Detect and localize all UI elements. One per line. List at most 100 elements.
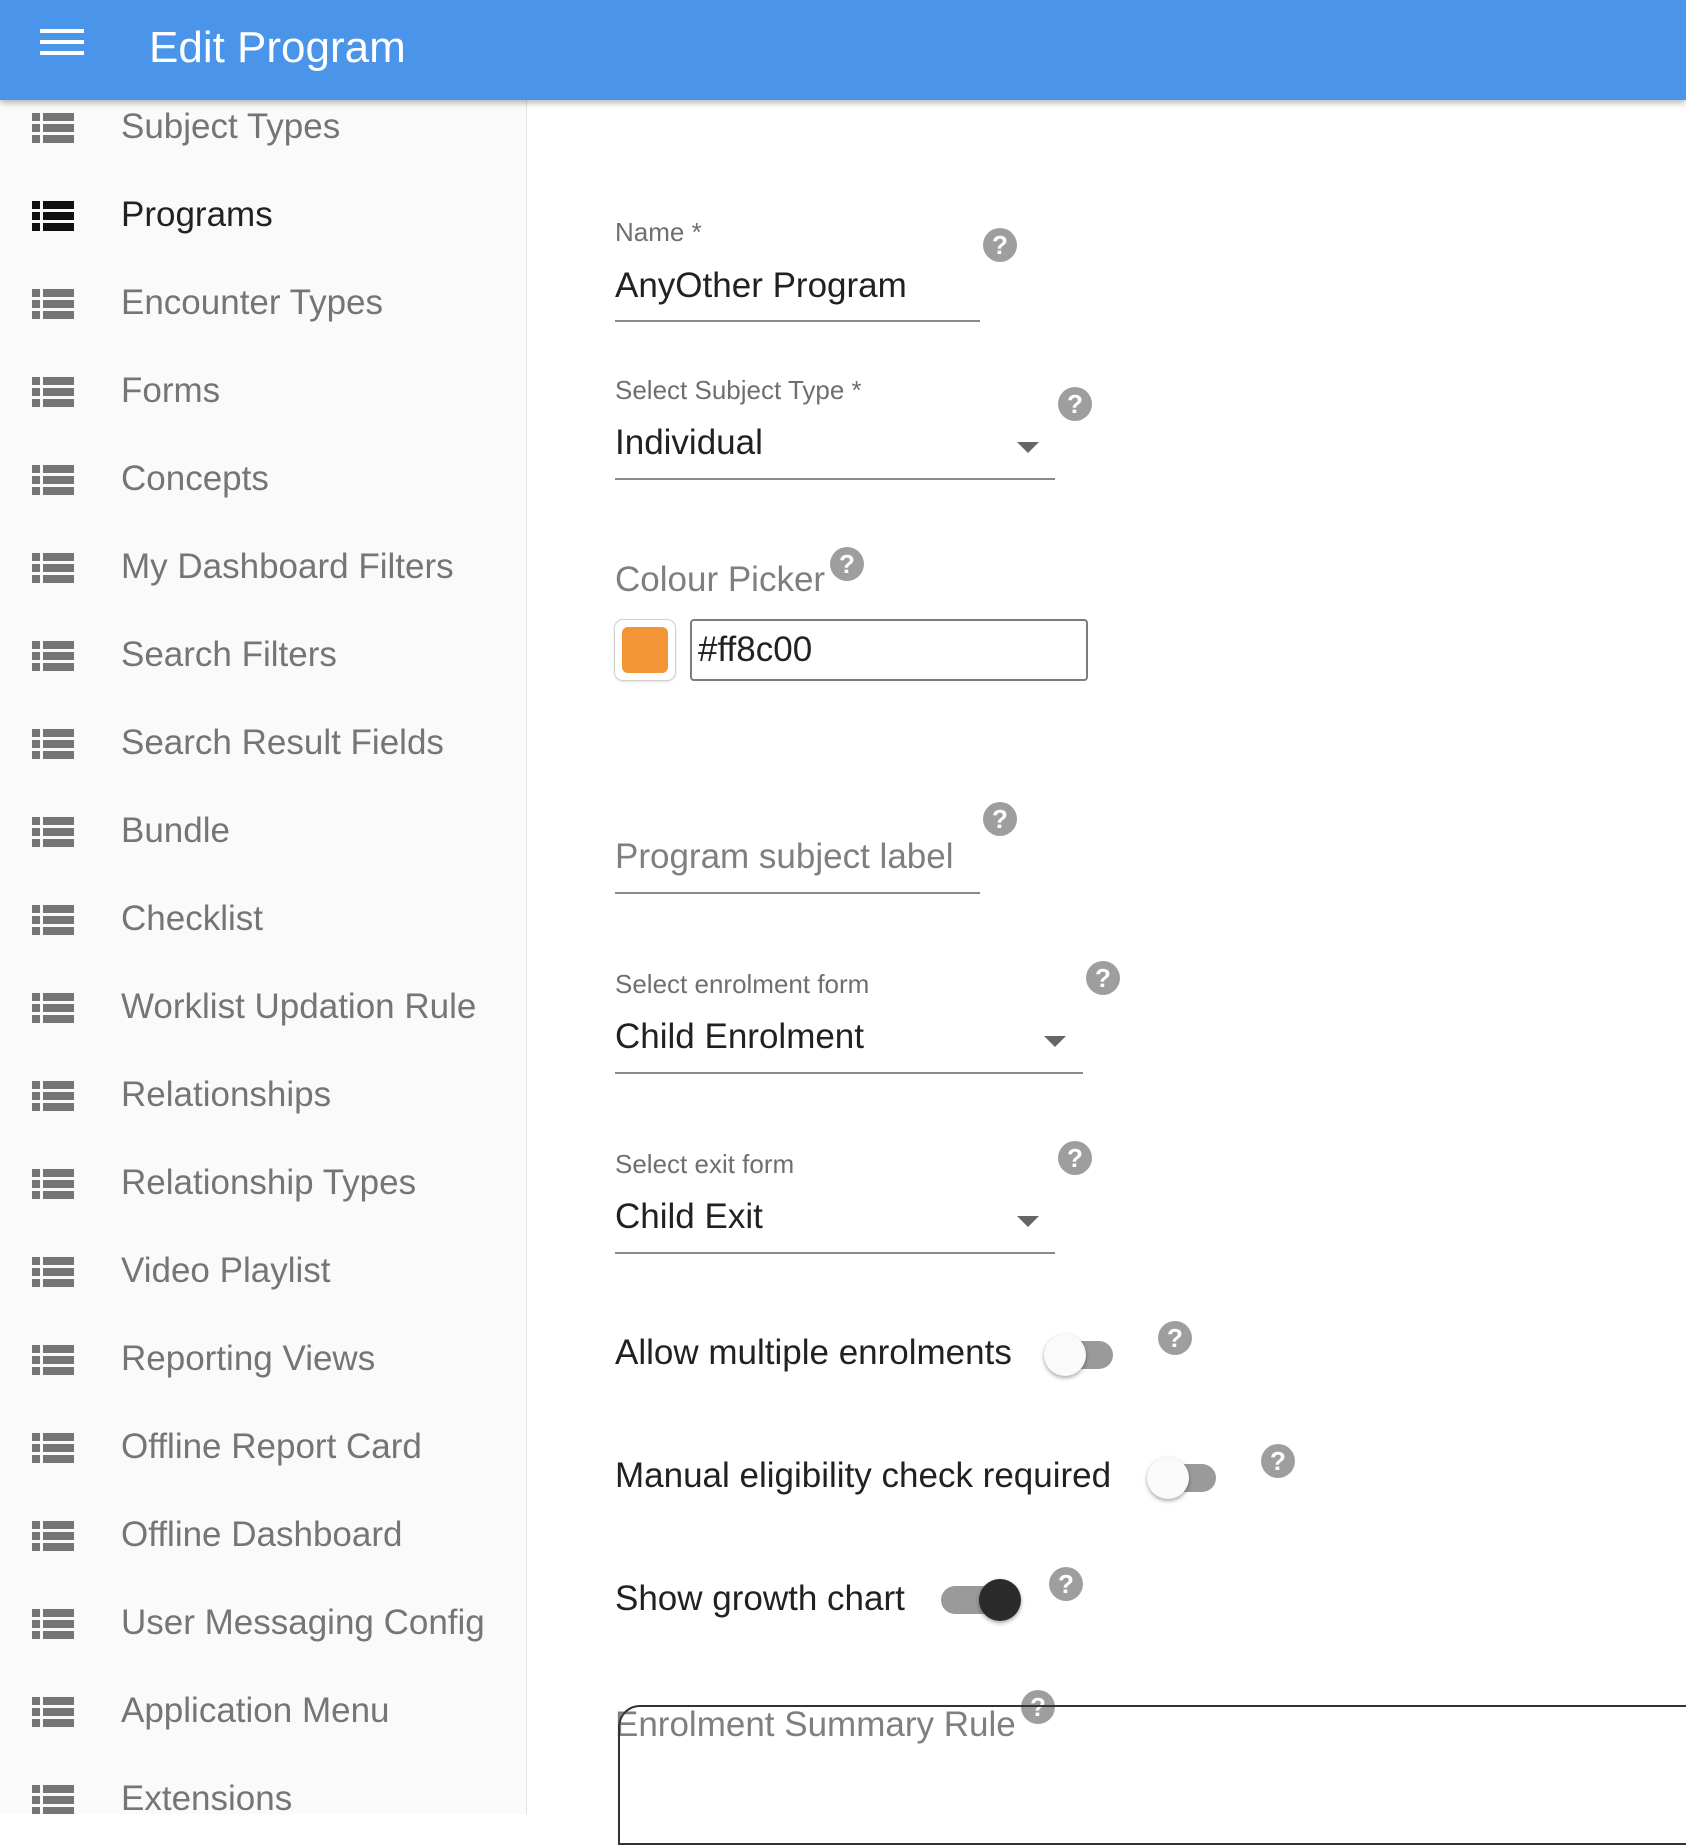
- help-icon[interactable]: ?: [830, 547, 864, 581]
- show-growth-chart-label: Show growth chart: [615, 1579, 905, 1618]
- sidebar: Subject Types Programs Encounter Types Form…: [0, 100, 527, 1814]
- page-title: Edit Program: [149, 23, 406, 72]
- program-subject-label-underline: [615, 892, 980, 894]
- toggle-thumb[interactable]: [1044, 1334, 1086, 1376]
- toggle-thumb[interactable]: [1147, 1457, 1189, 1499]
- help-icon[interactable]: ?: [1086, 961, 1120, 995]
- sidebar-item-label: Extensions: [121, 1779, 293, 1814]
- list-icon: [32, 377, 74, 407]
- sidebar-item[interactable]: Worklist Updation Rule: [0, 965, 526, 1053]
- sidebar-item-label: Reporting Views: [121, 1339, 376, 1378]
- chevron-down-icon[interactable]: [1017, 442, 1039, 453]
- chevron-down-icon[interactable]: [1044, 1036, 1066, 1047]
- list-icon: [32, 1609, 74, 1639]
- list-icon: [32, 1257, 74, 1287]
- list-icon: [32, 201, 74, 231]
- list-icon: [32, 1433, 74, 1463]
- list-icon: [32, 289, 74, 319]
- enrolment-summary-rule-editor[interactable]: [618, 1705, 1686, 1845]
- sidebar-item[interactable]: Search Filters: [0, 613, 526, 701]
- sidebar-item-label: Encounter Types: [121, 283, 384, 322]
- subject-type-underline: [615, 478, 1055, 480]
- menu-icon[interactable]: [40, 26, 100, 74]
- sidebar-item[interactable]: User Messaging Config: [0, 1581, 526, 1669]
- help-icon[interactable]: ?: [1049, 1567, 1083, 1601]
- sidebar-item-label: Checklist: [121, 899, 263, 938]
- help-icon[interactable]: ?: [983, 228, 1017, 262]
- list-icon: [32, 465, 74, 495]
- exit-form-underline: [615, 1252, 1055, 1254]
- help-icon[interactable]: ?: [1261, 1444, 1295, 1478]
- list-icon: [32, 1345, 74, 1375]
- sidebar-item[interactable]: Search Result Fields: [0, 701, 526, 789]
- sidebar-item-label: Offline Report Card: [121, 1427, 422, 1466]
- sidebar-item-label: Forms: [121, 371, 221, 410]
- sidebar-item-label: My Dashboard Filters: [121, 547, 454, 586]
- list-icon: [32, 993, 74, 1023]
- sidebar-item[interactable]: Offline Report Card: [0, 1405, 526, 1493]
- help-icon[interactable]: ?: [1058, 387, 1092, 421]
- list-icon: [32, 641, 74, 671]
- program-form: Name * AnyOther Program ? Select Subject…: [527, 100, 1686, 1814]
- sidebar-item[interactable]: My Dashboard Filters: [0, 525, 526, 613]
- sidebar-item[interactable]: Reporting Views: [0, 1317, 526, 1405]
- exit-form-select[interactable]: Child Exit: [615, 1197, 763, 1237]
- sidebar-item-label: Concepts: [121, 459, 269, 498]
- enrolment-form-select[interactable]: Child Enrolment: [615, 1017, 864, 1057]
- sidebar-item-label: Subject Types: [121, 107, 341, 146]
- enrolment-form-underline: [615, 1072, 1083, 1074]
- list-icon: [32, 1081, 74, 1111]
- sidebar-item[interactable]: Checklist: [0, 877, 526, 965]
- help-icon[interactable]: ?: [1058, 1141, 1092, 1175]
- sidebar-item-label: Relationship Types: [121, 1163, 417, 1202]
- name-label: Name *: [615, 217, 702, 247]
- list-icon: [32, 553, 74, 583]
- colour-swatch[interactable]: [615, 620, 675, 680]
- help-icon[interactable]: ?: [1158, 1321, 1192, 1355]
- sidebar-item-label: User Messaging Config: [121, 1603, 485, 1642]
- list-icon: [32, 1785, 74, 1814]
- list-icon: [32, 1521, 74, 1551]
- sidebar-item[interactable]: Encounter Types: [0, 261, 526, 349]
- sidebar-item[interactable]: Concepts: [0, 437, 526, 525]
- colour-hex-input[interactable]: [690, 619, 1088, 681]
- sidebar-item-label: Application Menu: [121, 1691, 390, 1730]
- sidebar-item[interactable]: Bundle: [0, 789, 526, 877]
- colour-swatch-fill: [622, 627, 668, 673]
- list-icon: [32, 1697, 74, 1727]
- sidebar-item[interactable]: Video Playlist: [0, 1229, 526, 1317]
- sidebar-item-label: Worklist Updation Rule: [121, 987, 477, 1026]
- sidebar-item[interactable]: Subject Types: [0, 100, 526, 173]
- sidebar-item[interactable]: Relationship Types: [0, 1141, 526, 1229]
- subject-type-label: Select Subject Type *: [615, 375, 862, 405]
- manual-eligibility-label: Manual eligibility check required: [615, 1456, 1112, 1495]
- toggle-thumb[interactable]: [979, 1579, 1021, 1621]
- list-icon: [32, 729, 74, 759]
- chevron-down-icon[interactable]: [1017, 1216, 1039, 1227]
- app-bar: Edit Program: [0, 0, 1686, 100]
- sidebar-item-label: Offline Dashboard: [121, 1515, 403, 1554]
- colour-picker-label: Colour Picker: [615, 560, 826, 599]
- subject-type-select[interactable]: Individual: [615, 423, 763, 463]
- list-icon: [32, 1169, 74, 1199]
- help-icon[interactable]: ?: [983, 802, 1017, 836]
- sidebar-item-label: Search Filters: [121, 635, 337, 674]
- enrolment-form-label: Select enrolment form: [615, 969, 870, 999]
- sidebar-item-label: Programs: [121, 195, 273, 234]
- program-subject-label-input[interactable]: Program subject label: [615, 837, 954, 877]
- sidebar-item-label: Bundle: [121, 811, 230, 850]
- sidebar-item-label: Video Playlist: [121, 1251, 331, 1290]
- allow-multiple-enrolments-label: Allow multiple enrolments: [615, 1333, 1012, 1372]
- name-underline: [615, 320, 980, 322]
- name-field[interactable]: AnyOther Program: [615, 266, 907, 306]
- sidebar-item[interactable]: Extensions: [0, 1757, 526, 1814]
- sidebar-item[interactable]: Programs: [0, 173, 526, 261]
- sidebar-item[interactable]: Relationships: [0, 1053, 526, 1141]
- sidebar-item-label: Relationships: [121, 1075, 332, 1114]
- list-icon: [32, 817, 74, 847]
- sidebar-item[interactable]: Application Menu: [0, 1669, 526, 1757]
- exit-form-label: Select exit form: [615, 1149, 795, 1179]
- sidebar-item-label: Search Result Fields: [121, 723, 444, 762]
- sidebar-item[interactable]: Forms: [0, 349, 526, 437]
- sidebar-item[interactable]: Offline Dashboard: [0, 1493, 526, 1581]
